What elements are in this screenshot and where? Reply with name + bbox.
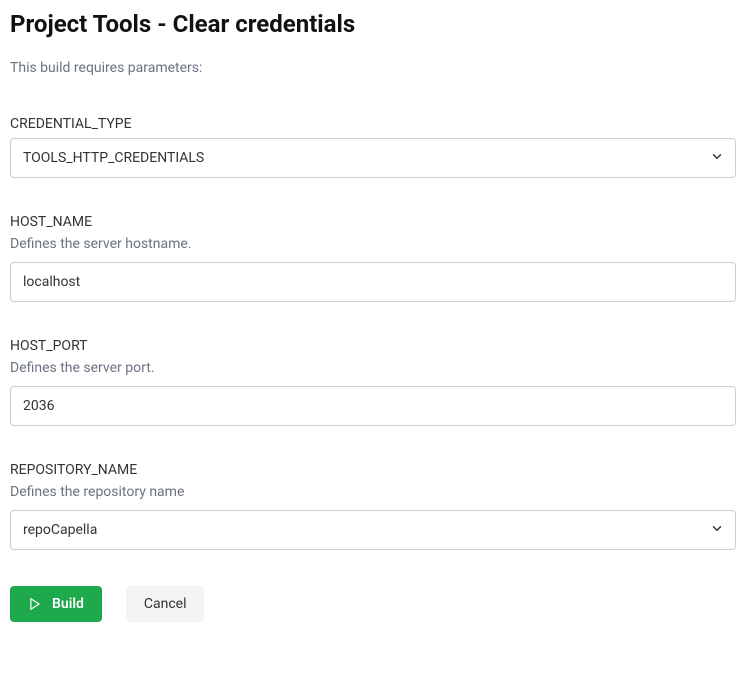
host-name-label: HOST_NAME (10, 214, 736, 230)
build-button-label: Build (52, 596, 84, 612)
host-port-description: Defines the server port. (10, 360, 736, 376)
button-row: Build Cancel (10, 586, 736, 622)
field-credential-type: CREDENTIAL_TYPE TOOLS_HTTP_CREDENTIALS (10, 116, 736, 178)
host-port-label: HOST_PORT (10, 338, 736, 354)
host-name-description: Defines the server hostname. (10, 236, 736, 252)
field-host-name: HOST_NAME Defines the server hostname. (10, 214, 736, 302)
field-repository-name: REPOSITORY_NAME Defines the repository n… (10, 462, 736, 550)
host-name-input[interactable] (10, 262, 736, 302)
field-host-port: HOST_PORT Defines the server port. (10, 338, 736, 426)
cancel-button[interactable]: Cancel (126, 586, 205, 622)
repository-name-select[interactable]: repoCapella (10, 510, 736, 550)
page-subtitle: This build requires parameters: (10, 60, 736, 76)
page-title: Project Tools - Clear credentials (10, 10, 736, 38)
repository-name-label: REPOSITORY_NAME (10, 462, 736, 478)
build-button[interactable]: Build (10, 586, 102, 622)
cancel-button-label: Cancel (144, 596, 187, 612)
credential-type-select[interactable]: TOOLS_HTTP_CREDENTIALS (10, 138, 736, 178)
host-port-input[interactable] (10, 386, 736, 426)
play-icon (28, 597, 42, 611)
credential-type-label: CREDENTIAL_TYPE (10, 116, 736, 132)
repository-name-description: Defines the repository name (10, 484, 736, 500)
